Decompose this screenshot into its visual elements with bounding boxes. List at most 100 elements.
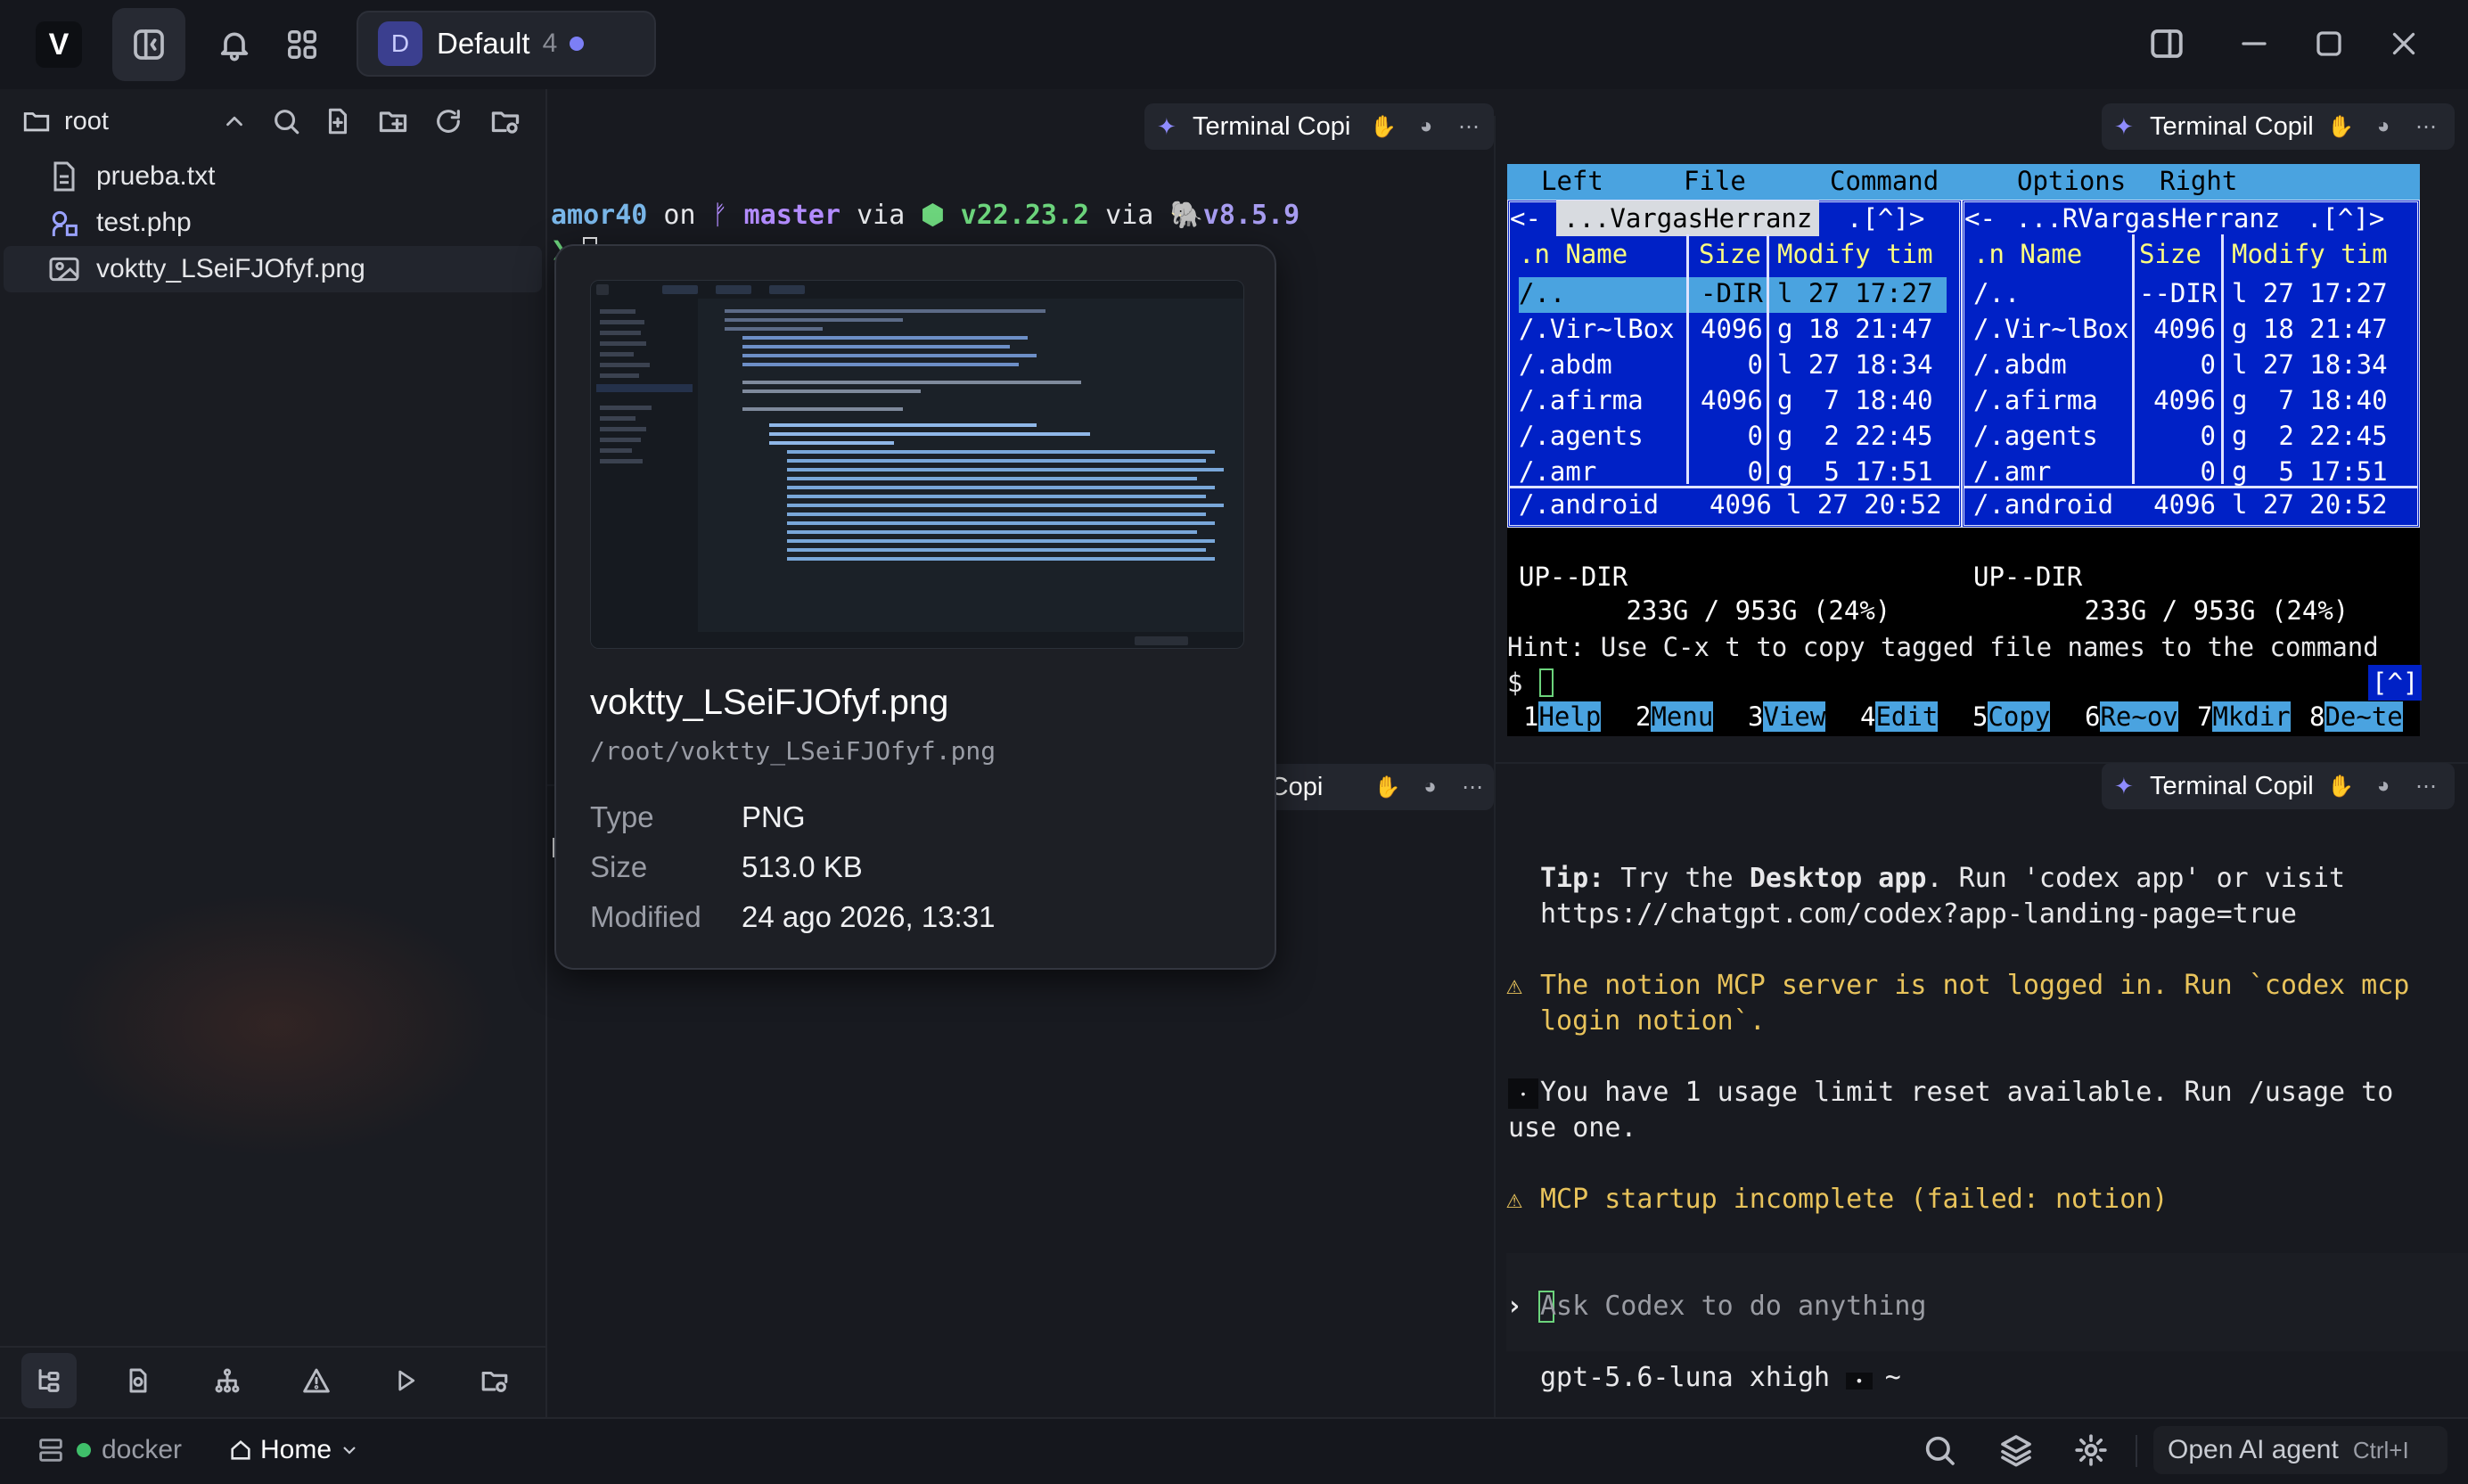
mc-panel-corner[interactable]: .[^]> (1847, 201, 1924, 236)
new-folder-button[interactable] (373, 101, 414, 142)
file-item-selected[interactable]: voktty_LSeiFJOfyf.png (4, 246, 542, 292)
mc-menu-right[interactable]: Right (2160, 166, 2237, 196)
global-search-button[interactable] (1915, 1426, 1964, 1474)
search-files-button[interactable] (266, 101, 307, 142)
palette-icon[interactable]: ◕ (1409, 769, 1452, 805)
sidebar-toggle-button[interactable] (112, 8, 185, 81)
codex-cwd: ~ (1884, 1362, 1901, 1393)
minimize-button[interactable] (2228, 21, 2280, 66)
mc-row-name[interactable]: /.abdm (1519, 347, 1612, 382)
image-preview-thumbnail (590, 280, 1244, 649)
mc-fkey-renmov[interactable]: 6Re~ov (2085, 699, 2178, 734)
mc-row-name[interactable]: /.afirma (1973, 382, 2098, 418)
mc-left-panel[interactable]: <- ...VargasHerranz .[^]> .n Name Size M… (1507, 200, 1962, 528)
mc-row-name[interactable]: /.Vir~lBox (1973, 311, 2129, 347)
problems-tab[interactable] (289, 1353, 344, 1408)
sparkle-icon: ✦ (2114, 772, 2134, 799)
mc-fkey-mkdir[interactable]: 7Mkdir (2197, 699, 2291, 734)
terminal-tab[interactable]: ✦ Terminal Copi ✋ ◕ ⋯ (1144, 103, 1494, 150)
mc-fkey-help[interactable]: 1Help (1523, 699, 1602, 734)
mc-row-name[interactable]: /.amr (1973, 454, 2051, 489)
mc-fkey-copy[interactable]: 5Copy (1972, 699, 2051, 734)
refresh-button[interactable] (428, 101, 469, 142)
mc-fkey-menu[interactable]: 2Menu (1636, 699, 1714, 734)
warning-icon: ⚠ (1506, 970, 1523, 1001)
docker-status[interactable]: docker (36, 1426, 182, 1474)
mc-history-button[interactable]: [^] (2368, 665, 2423, 701)
codex-input-placeholder[interactable]: Ask Codex to do anything (1540, 1291, 1926, 1322)
shell-prompt-line[interactable]: amor40 on ᚠ master via ⬢ v22.23.2 via 🐘v… (551, 200, 1300, 231)
mc-fkey-view[interactable]: 3View (1748, 699, 1826, 734)
mc-menu-options[interactable]: Options (2017, 166, 2126, 196)
mc-panel-nav-left[interactable]: <- (1510, 201, 1541, 236)
terminal-tab[interactable]: ✦ Terminal Copil ✋ ◕ ⋯ (2102, 103, 2455, 150)
remote-folder-button[interactable] (485, 101, 526, 142)
grab-icon[interactable]: ✋ (1366, 769, 1409, 805)
split-view-button[interactable] (2143, 21, 2191, 66)
file-tree-tab[interactable] (21, 1353, 77, 1408)
palette-icon[interactable]: ◕ (2362, 768, 2405, 804)
maximize-button[interactable] (2303, 21, 2355, 66)
mc-right-panel[interactable]: <- ...RVargasHerranz .[^]> .n Name Size … (1962, 200, 2420, 528)
mc-row-name[interactable]: /.android (1973, 487, 2113, 522)
mc-row-name[interactable]: /.afirma (1519, 382, 1644, 418)
mc-hint: Hint: Use C-x t to copy tagged file name… (1507, 632, 2379, 662)
mc-row-name[interactable]: /.abdm (1973, 347, 2067, 382)
mc-row-name[interactable]: /.. (1973, 275, 2020, 311)
grab-icon[interactable]: ✋ (2319, 109, 2362, 144)
preview-size-value: 513.0 KB (742, 850, 863, 883)
git-tab[interactable] (200, 1353, 255, 1408)
workspace-status-dot (570, 37, 585, 51)
remote-tab[interactable] (467, 1353, 522, 1408)
mc-row-mod: g 2 22:45 (1777, 421, 1933, 451)
grab-icon[interactable]: ✋ (1362, 109, 1405, 144)
mc-menu-file[interactable]: File (1684, 166, 1746, 196)
layers-button[interactable] (1991, 1426, 2041, 1474)
palette-icon[interactable]: ◕ (1405, 109, 1447, 144)
explorer-root[interactable]: root (21, 102, 109, 141)
mc-fkey-delete[interactable]: 8De~te (2309, 699, 2403, 734)
mc-cursor (1539, 668, 1554, 697)
home-selector[interactable]: Home (228, 1426, 360, 1474)
close-window-button[interactable] (2378, 21, 2430, 66)
play-icon (398, 1370, 415, 1391)
search-icon (275, 110, 299, 135)
terminal-tab[interactable]: ✦ Terminal Copil ✋ ◕ ⋯ (2102, 763, 2455, 809)
run-tab[interactable] (378, 1353, 433, 1408)
file-item[interactable]: prueba.txt (4, 153, 542, 200)
mc-row-name[interactable]: /.amr (1519, 454, 1596, 489)
mc-menu-command[interactable]: Command (1830, 166, 1939, 196)
workspace-selector[interactable]: D Default 4 (357, 11, 656, 77)
file-item[interactable]: test.php (4, 200, 542, 246)
more-icon[interactable]: ⋯ (2405, 109, 2448, 144)
mc-panel-corner[interactable]: .[^]> (2307, 201, 2384, 236)
palette-icon[interactable]: ◕ (2362, 109, 2405, 144)
new-file-button[interactable] (317, 101, 358, 142)
mc-menu-left[interactable]: Left (1541, 166, 1603, 196)
mc-row-name[interactable]: /.. (1519, 275, 1565, 311)
mc-command-prompt[interactable]: $ (1507, 665, 1538, 701)
apps-grid-button[interactable] (266, 8, 339, 81)
midnight-commander[interactable]: Left File Command Options Right <- ...Va… (1507, 164, 2423, 736)
search-document-tab[interactable] (111, 1353, 166, 1408)
open-ai-agent-button[interactable]: Open AI agent Ctrl+I (2153, 1426, 2448, 1474)
notifications-button[interactable] (198, 8, 271, 81)
mc-fkey-edit[interactable]: 4Edit (1860, 699, 1939, 734)
mc-row-name[interactable]: /.agents (1519, 418, 1644, 454)
mc-panel-nav-left[interactable]: <- (1964, 201, 1996, 236)
mc-row-name[interactable]: /.agents (1973, 418, 2098, 454)
pane-divider-vertical[interactable] (1494, 116, 1496, 1417)
more-icon[interactable]: ⋯ (1451, 769, 1494, 805)
fkey-label: Edit (1875, 701, 1939, 732)
mc-row-name[interactable]: /.Vir~lBox (1519, 311, 1675, 347)
prompt-text: via (840, 200, 922, 231)
collapse-button[interactable] (214, 101, 255, 142)
more-icon[interactable]: ⋯ (2405, 768, 2448, 804)
more-icon[interactable]: ⋯ (1447, 109, 1490, 144)
codex-tip-link[interactable]: https://chatgpt.com/codex?app-landing-pa… (1540, 898, 2297, 930)
mc-row-name[interactable]: /.android (1519, 487, 1659, 522)
image-file-icon (49, 257, 79, 282)
node-version: ⬢ v22.23.2 (921, 200, 1090, 231)
settings-button[interactable] (2066, 1426, 2116, 1474)
grab-icon[interactable]: ✋ (2319, 768, 2362, 804)
